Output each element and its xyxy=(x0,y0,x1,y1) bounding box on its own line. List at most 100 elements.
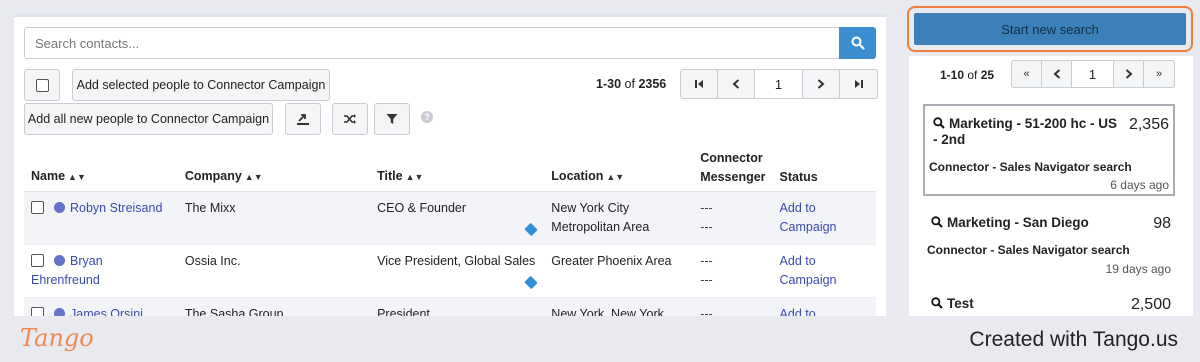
column-header-location[interactable]: Location ▲▼ xyxy=(544,145,694,192)
status-cell: Add to Campaign xyxy=(772,297,876,316)
add-all-button[interactable]: Add all new people to Connector Campaign xyxy=(24,103,273,135)
table-header-row: Name ▲▼ Company ▲▼ Title ▲▼ Location ▲▼ Conn… xyxy=(24,145,876,192)
searches-count: 1-10 of 25 xyxy=(940,68,994,82)
saved-search-count: 98 xyxy=(1153,215,1171,232)
status-cell: Add to Campaign xyxy=(772,244,876,298)
saved-search-count: 2,500 xyxy=(1130,296,1171,313)
saved-search-title-text: Test xyxy=(947,296,974,311)
last-page-icon xyxy=(854,80,863,88)
saved-searches-panel: 1-10 of 25 « 1 » Marketing - 51-200 hc -… xyxy=(909,56,1193,316)
search-input[interactable] xyxy=(24,27,840,59)
first-page-button[interactable]: « xyxy=(1012,61,1042,87)
start-new-search-button[interactable]: Start new search xyxy=(914,13,1186,45)
searches-range: 1-10 xyxy=(940,68,965,82)
column-header-name[interactable]: Name ▲▼ xyxy=(24,145,178,192)
tango-footer: Tango Created with Tango.us xyxy=(0,316,1200,362)
chevron-left-icon xyxy=(732,79,740,89)
column-header-title[interactable]: Title ▲▼ xyxy=(370,145,545,192)
prev-page-button[interactable] xyxy=(1042,61,1072,87)
sort-icon: ▲▼ xyxy=(405,172,424,182)
row-checkbox[interactable] xyxy=(31,201,44,214)
title-cell: Vice President, Global Sales xyxy=(370,244,545,298)
pagination: 1 xyxy=(680,69,878,99)
column-header-messenger-line2: Messenger xyxy=(700,170,766,184)
select-all-checkbox[interactable] xyxy=(35,78,49,92)
column-header-status-label: Status xyxy=(779,170,818,184)
messenger-value: --- xyxy=(700,254,713,268)
saved-search-type: Connector - Sales Navigator search xyxy=(929,160,1132,174)
saved-search-item[interactable]: Marketing - San Diego 98 Connector - Sal… xyxy=(923,206,1175,288)
result-of: of xyxy=(624,77,635,91)
row-checkbox[interactable] xyxy=(31,254,44,267)
column-header-status: Status xyxy=(772,145,876,192)
export-button[interactable] xyxy=(285,103,321,135)
person-name-link[interactable]: James Orsini xyxy=(70,307,143,316)
result-count: 1-30 of 2356 xyxy=(596,77,666,91)
column-header-location-label: Location xyxy=(551,169,604,183)
column-header-company[interactable]: Company ▲▼ xyxy=(177,145,371,192)
add-to-campaign-link[interactable]: Add to Campaign xyxy=(780,254,837,287)
sort-icon: ▲▼ xyxy=(68,172,86,182)
next-page-button[interactable] xyxy=(803,70,840,98)
search-icon xyxy=(851,36,865,50)
saved-search-item[interactable]: Marketing - 51-200 hc - US - 2nd 2,356 C… xyxy=(923,104,1175,196)
last-page-button[interactable]: » xyxy=(1144,61,1174,87)
contacts-table: Name ▲▼ Company ▲▼ Title ▲▼ Location ▲▼ Conn… xyxy=(24,145,876,316)
company-cell: Ossia Inc. xyxy=(177,244,371,298)
title-cell: CEO & Founder xyxy=(370,191,545,245)
next-page-button[interactable] xyxy=(1114,61,1144,87)
tag-icon[interactable] xyxy=(524,222,539,237)
location-cell: Greater Phoenix Area xyxy=(544,244,694,298)
search-icon xyxy=(931,216,943,231)
contacts-panel: Add selected people to Connector Campaig… xyxy=(14,14,886,316)
add-selected-button[interactable]: Add selected people to Connector Campaig… xyxy=(72,69,330,101)
searches-pagination: « 1 » xyxy=(1011,60,1175,88)
first-page-button[interactable] xyxy=(681,70,718,98)
sort-icon: ▲▼ xyxy=(244,172,263,182)
page-number-input[interactable]: 1 xyxy=(755,70,803,98)
first-page-icon xyxy=(695,80,703,88)
last-page-button[interactable] xyxy=(840,70,877,98)
tango-logo: Tango xyxy=(20,324,94,352)
saved-search-title-text: Marketing - San Diego xyxy=(947,215,1089,230)
table-row: James Orsini The Sasha Group President N… xyxy=(24,297,876,316)
saved-search-item[interactable]: Test 2,500 xyxy=(923,288,1175,316)
add-to-campaign-link[interactable]: Add to Campaign xyxy=(780,307,837,316)
tag-icon[interactable] xyxy=(524,275,539,290)
messenger-value: --- xyxy=(700,307,713,316)
row-checkbox[interactable] xyxy=(31,307,44,316)
column-header-messenger: Connector Messenger xyxy=(693,145,773,192)
linkedin-profile-icon[interactable] xyxy=(54,308,65,316)
linkedin-profile-icon[interactable] xyxy=(54,255,65,266)
company-cell: The Sasha Group xyxy=(177,297,371,316)
location-cell: New York City Metropolitan Area xyxy=(544,191,694,245)
chevron-right-icon xyxy=(1125,69,1133,79)
column-header-company-label: Company xyxy=(184,169,242,183)
status-cell: Add to Campaign xyxy=(772,191,876,245)
select-all-checkbox-button[interactable] xyxy=(24,69,60,101)
filter-icon xyxy=(386,114,398,124)
prev-page-button[interactable] xyxy=(718,70,755,98)
column-header-messenger-line1: Connector xyxy=(700,151,763,165)
person-name-link[interactable]: Robyn Streisand xyxy=(70,201,162,215)
column-header-title-label: Title xyxy=(377,169,403,183)
linkedin-profile-icon[interactable] xyxy=(54,202,65,213)
shuffle-button[interactable] xyxy=(332,103,368,135)
messenger-value: --- xyxy=(700,201,713,215)
search-button[interactable] xyxy=(839,27,876,59)
title-cell: President xyxy=(370,297,545,316)
saved-search-title: Marketing - San Diego xyxy=(931,215,1119,231)
search-icon xyxy=(931,297,943,312)
saved-search-title: Marketing - 51-200 hc - US - 2nd xyxy=(933,116,1121,147)
messenger-cell: --- --- xyxy=(693,191,773,245)
saved-search-title: Test xyxy=(931,296,1119,312)
chevron-left-icon xyxy=(1052,69,1060,79)
add-to-campaign-link[interactable]: Add to Campaign xyxy=(780,201,837,234)
saved-search-date: 19 days ago xyxy=(1105,262,1171,276)
name-cell: Robyn Streisand xyxy=(24,191,178,245)
search-icon xyxy=(933,117,945,132)
messenger-value: --- xyxy=(700,220,713,234)
help-icon[interactable]: ? xyxy=(421,111,433,123)
filter-button[interactable] xyxy=(374,103,410,135)
page-number-input[interactable]: 1 xyxy=(1072,61,1114,87)
